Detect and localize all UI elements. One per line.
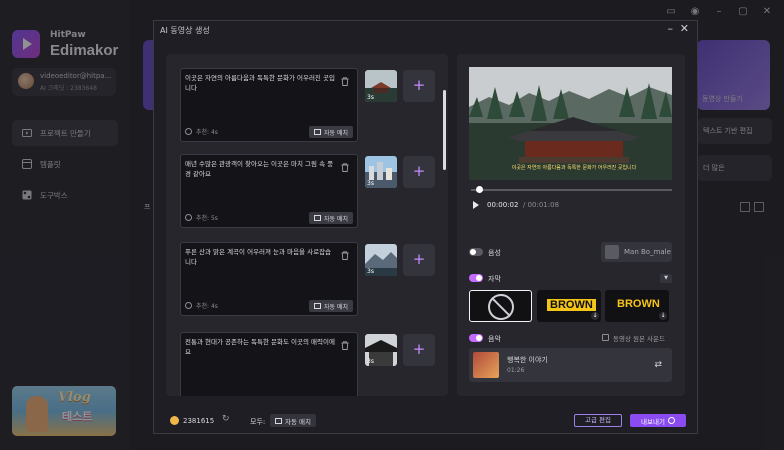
- progress-handle[interactable]: [476, 186, 483, 193]
- export-button[interactable]: 내보내기: [630, 414, 686, 427]
- thumb-duration: 3s: [367, 180, 374, 187]
- music-toggle[interactable]: [469, 334, 483, 342]
- scene-text[interactable]: 푸른 산과 맑은 계곡이 어우러져 눈과 마음을 사로잡습니다: [185, 247, 335, 267]
- voice-name: Man Bo_male: [624, 248, 671, 256]
- scene-text[interactable]: 이곳은 자연의 아름다움과 독특한 문화가 어우러진 곳입니다: [185, 73, 335, 93]
- clock-icon: [185, 128, 192, 135]
- music-cover: [473, 352, 499, 378]
- download-icon: ↓: [659, 312, 667, 320]
- chevron-down-icon[interactable]: ▼: [660, 274, 672, 283]
- style-preview-text: BROWN: [547, 299, 596, 311]
- image-icon: [314, 129, 321, 135]
- auto-match-button[interactable]: 자동 매치: [309, 126, 353, 138]
- swap-icon[interactable]: ⇄: [654, 360, 662, 370]
- music-track[interactable]: 행복한 이야기 01:26 ⇄: [469, 348, 672, 382]
- captions-toggle[interactable]: [469, 274, 483, 282]
- music-title: 행복한 이야기: [507, 356, 548, 364]
- scene-duration: 추천: 5s: [185, 213, 218, 222]
- scene-thumbnail[interactable]: 3s: [365, 334, 397, 366]
- add-media-button[interactable]: +: [403, 334, 435, 366]
- scene-duration: 추천: 4s: [185, 301, 218, 310]
- coin-icon: [170, 416, 179, 425]
- ai-video-dialog: AI 동영상 생성 – ✕ 이곳은 자연의 아름다움과 독특한 문화가 어우러진…: [153, 20, 698, 434]
- play-icon[interactable]: [473, 201, 479, 209]
- image-icon: [314, 303, 321, 309]
- add-media-button[interactable]: +: [403, 156, 435, 188]
- dialog-footer: 2381615 ↻ 모두: 자동 매치 고급 편집 내보내기: [154, 408, 697, 434]
- scene-card[interactable]: 푸른 산과 맑은 계곡이 어우러져 눈과 마음을 사로잡습니다 추천: 4s 자…: [180, 242, 358, 316]
- caption-style-brown-1[interactable]: BROWN ↓: [537, 290, 601, 322]
- minimize-icon[interactable]: –: [668, 22, 674, 35]
- trash-icon[interactable]: [341, 77, 349, 86]
- current-time: 00:00:02: [487, 201, 519, 209]
- all-label: 모두:: [250, 418, 266, 426]
- thumb-duration: 3s: [367, 358, 374, 365]
- captions-label: 자막: [488, 275, 501, 283]
- scene-text[interactable]: 전통과 현대가 공존하는 독특한 문화도 이곳의 매력이에요: [185, 337, 335, 357]
- preview-panel: 이곳은 자연의 아름다움과 독특한 문화가 어우러진 곳입니다 00:00:02…: [457, 54, 685, 396]
- trash-icon[interactable]: [341, 251, 349, 260]
- voice-toggle[interactable]: [469, 248, 483, 256]
- scene-card[interactable]: 매년 수많은 관광객이 찾아오는 이곳은 마치 그림 속 풍경 같아요 추천: …: [180, 154, 358, 228]
- original-sound-label: 동영상 원본 사운드: [613, 335, 665, 343]
- thumb-duration: 3s: [367, 94, 374, 101]
- export-icon: [667, 417, 675, 424]
- auto-match-all-button[interactable]: 자동 매치: [270, 414, 316, 427]
- clock-icon: [185, 302, 192, 309]
- close-icon[interactable]: ✕: [680, 22, 689, 35]
- scene-duration: 추천: 4s: [185, 127, 218, 136]
- style-preview-text: BROWN: [617, 298, 660, 310]
- add-media-button[interactable]: +: [403, 70, 435, 102]
- caption-style-none[interactable]: [469, 290, 532, 322]
- trash-icon[interactable]: [341, 163, 349, 172]
- thumb-duration: 3s: [367, 268, 374, 275]
- voice-selector[interactable]: Man Bo_male: [601, 242, 672, 262]
- advanced-edit-button[interactable]: 고급 편집: [574, 414, 622, 427]
- caption-style-brown-2[interactable]: BROWN ↓: [605, 290, 669, 322]
- refresh-icon[interactable]: ↻: [222, 414, 230, 424]
- voice-label: 음성: [488, 249, 501, 257]
- video-subtitle: 이곳은 자연의 아름다움과 독특한 문화가 어우러진 곳입니다: [511, 165, 637, 171]
- trash-icon[interactable]: [341, 341, 349, 350]
- dialog-title: AI 동영상 생성: [160, 26, 210, 35]
- voice-avatar: [605, 245, 619, 259]
- image-icon: [275, 417, 282, 424]
- scene-thumbnail[interactable]: 3s: [365, 156, 397, 188]
- scrollbar[interactable]: [443, 90, 446, 170]
- credit-count: 2381615: [183, 417, 215, 425]
- clock-icon: [185, 214, 192, 221]
- original-sound-checkbox[interactable]: [602, 334, 609, 341]
- auto-match-button[interactable]: 자동 매치: [309, 300, 353, 312]
- video-preview[interactable]: 이곳은 자연의 아름다움과 독특한 문화가 어우러진 곳입니다: [469, 67, 672, 180]
- total-time: / 00:01:08: [523, 201, 560, 209]
- scene-thumbnail[interactable]: 3s: [365, 244, 397, 276]
- scene-thumbnail[interactable]: 3s: [365, 70, 397, 102]
- add-media-button[interactable]: +: [403, 244, 435, 276]
- auto-match-button[interactable]: 자동 매치: [309, 212, 353, 224]
- music-label: 음악: [488, 335, 501, 343]
- scene-card[interactable]: 이곳은 자연의 아름다움과 독특한 문화가 어우러진 곳입니다 추천: 4s 자…: [180, 68, 358, 142]
- editor-app: HitPaw Edimakor videoeditor@hitpa... AI …: [0, 0, 784, 450]
- image-icon: [314, 215, 321, 221]
- download-icon: ↓: [591, 312, 599, 320]
- scene-text[interactable]: 매년 수많은 관광객이 찾아오는 이곳은 마치 그림 속 풍경 같아요: [185, 159, 335, 179]
- music-duration: 01:26: [507, 367, 525, 374]
- playback-progress-bar[interactable]: [471, 186, 672, 193]
- scene-list: 이곳은 자연의 아름다움과 독특한 문화가 어우러진 곳입니다 추천: 4s 자…: [166, 54, 448, 396]
- scene-card[interactable]: 전통과 현대가 공존하는 독특한 문화도 이곳의 매력이에요: [180, 332, 358, 396]
- no-style-icon: [488, 294, 514, 320]
